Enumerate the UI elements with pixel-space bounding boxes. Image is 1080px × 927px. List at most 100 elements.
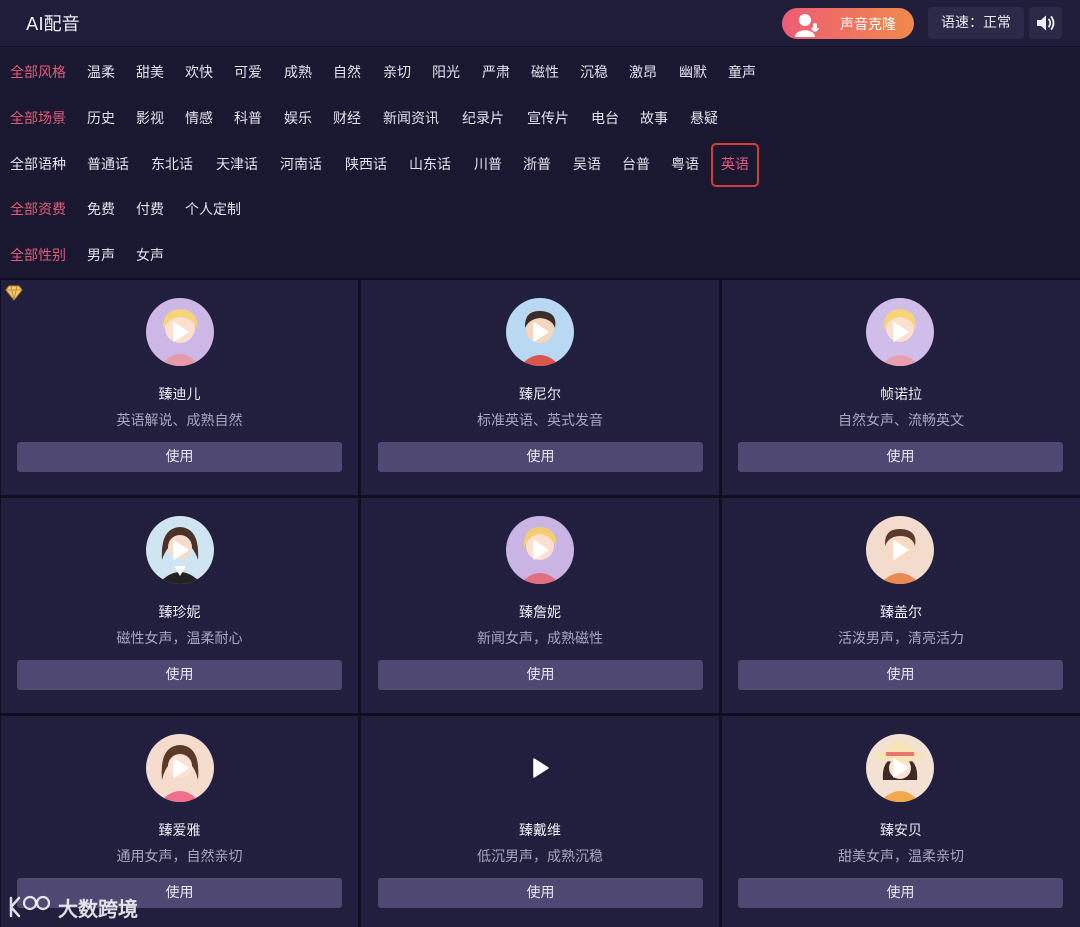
filter-chip[interactable]: 故事: [640, 104, 668, 134]
filter-chip[interactable]: 女声: [136, 241, 164, 271]
filter-all-fee[interactable]: 全部资费: [10, 195, 66, 225]
filter-chip[interactable]: 普通话: [87, 150, 129, 180]
filter-all-language[interactable]: 全部语种: [10, 150, 66, 180]
filter-chip[interactable]: 吴语: [573, 150, 601, 180]
play-icon[interactable]: [506, 516, 574, 584]
voice-card[interactable]: 帧诺拉 自然女声、流畅英文 使用: [722, 280, 1080, 495]
voice-name: 臻迪儿: [158, 387, 201, 403]
filter-all-gender[interactable]: 全部性别: [10, 241, 66, 271]
watermark-text: 大数跨境: [58, 896, 138, 921]
voice-description: 通用女声，自然亲切: [116, 849, 243, 865]
filter-chip[interactable]: 严肃: [482, 58, 510, 88]
filter-chip[interactable]: 财经: [333, 104, 361, 134]
filter-chip[interactable]: 付费: [136, 195, 164, 225]
filter-chip[interactable]: 娱乐: [284, 104, 312, 134]
play-icon[interactable]: [146, 516, 214, 584]
watermark-logo-icon: [9, 895, 51, 918]
filter-chip[interactable]: 东北话: [151, 150, 193, 180]
volume-button[interactable]: [1029, 7, 1062, 39]
filter-chip[interactable]: 历史: [87, 104, 115, 134]
filter-chip[interactable]: 川普: [474, 150, 502, 180]
filter-chip[interactable]: 幽默: [679, 58, 707, 88]
voice-description: 活泼男声，清亮活力: [838, 631, 964, 647]
speaker-icon: [1036, 15, 1054, 31]
filter-row-scene: 全部场景 历史 影视 情感 科普 娱乐 财经 新闻资讯 纪录片 宣传片 电台 故…: [0, 104, 1080, 134]
filter-chip[interactable]: 影视: [136, 104, 164, 134]
sunhat-girl-avatar[interactable]: [866, 734, 934, 802]
use-button[interactable]: 使用: [17, 660, 342, 690]
voice-name: 臻爱雅: [158, 823, 201, 839]
voice-card[interactable]: 臻安贝 甜美女声，温柔亲切 使用: [722, 716, 1080, 927]
filter-chip[interactable]: 沉稳: [580, 58, 608, 88]
filter-chip[interactable]: 成熟: [284, 58, 312, 88]
voice-grid: 臻迪儿 英语解说、成熟自然 使用 臻尼尔 标准英语、英式发音 使用 帧诺拉 自然…: [0, 278, 1080, 927]
filter-chip[interactable]: 浙普: [523, 150, 551, 180]
filter-chip[interactable]: 河南话: [280, 150, 322, 180]
use-button[interactable]: 使用: [738, 442, 1063, 472]
use-button[interactable]: 使用: [378, 878, 703, 908]
use-button[interactable]: 使用: [378, 660, 703, 690]
speed-selector[interactable]: 语速：正常: [928, 7, 1024, 39]
filter-chip[interactable]: 磁性: [531, 58, 559, 88]
filter-chip[interactable]: 台普: [622, 150, 650, 180]
play-icon[interactable]: [146, 734, 214, 802]
play-icon[interactable]: [866, 516, 934, 584]
filter-chip[interactable]: 天津话: [216, 150, 258, 180]
filter-chip[interactable]: 科普: [234, 104, 262, 134]
play-icon[interactable]: [146, 298, 214, 366]
filter-chip[interactable]: 甜美: [136, 58, 164, 88]
filter-row-fee: 全部资费 免费 付费 个人定制: [0, 195, 1080, 225]
voice-card[interactable]: 臻詹妮 新闻女声，成熟磁性 使用: [361, 498, 719, 713]
play-icon[interactable]: [866, 298, 934, 366]
pink-girl-avatar[interactable]: [146, 734, 214, 802]
blonde-girl-avatar[interactable]: [146, 298, 214, 366]
filter-chip[interactable]: 纪录片: [462, 104, 504, 134]
use-button[interactable]: 使用: [738, 660, 1063, 690]
play-icon[interactable]: [506, 298, 574, 366]
play-icon[interactable]: [866, 734, 934, 802]
voice-card[interactable]: 臻珍妮 磁性女声，温柔耐心 使用: [1, 498, 358, 713]
filter-chip[interactable]: 悬疑: [690, 104, 718, 134]
use-button[interactable]: 使用: [17, 442, 342, 472]
voice-card[interactable]: 臻尼尔 标准英语、英式发音 使用: [361, 280, 719, 495]
voice-card[interactable]: 臻迪儿 英语解说、成熟自然 使用: [1, 280, 358, 495]
filter-chip[interactable]: 情感: [185, 104, 213, 134]
filter-chip[interactable]: 免费: [87, 195, 115, 225]
boy-avatar[interactable]: [506, 298, 574, 366]
filter-chip[interactable]: 可爱: [234, 58, 262, 88]
filter-chip[interactable]: 自然: [333, 58, 361, 88]
filter-chip[interactable]: 山东话: [409, 150, 451, 180]
filter-all-scene[interactable]: 全部场景: [10, 104, 66, 134]
filter-chip[interactable]: 阳光: [432, 58, 460, 88]
filter-chip-selected[interactable]: 英语: [711, 143, 759, 187]
filter-chip[interactable]: 电台: [591, 104, 619, 134]
filter-chip[interactable]: 宣传片: [527, 104, 569, 134]
filter-chip[interactable]: 童声: [728, 58, 756, 88]
voice-clone-button[interactable]: 声音克隆: [782, 8, 914, 39]
filter-chip[interactable]: 陕西话: [345, 150, 387, 180]
filter-all-style[interactable]: 全部风格: [10, 58, 66, 88]
filter-chip[interactable]: 个人定制: [185, 195, 241, 225]
use-button[interactable]: 使用: [378, 442, 703, 472]
use-button[interactable]: 使用: [738, 878, 1063, 908]
filter-chip[interactable]: 亲切: [383, 58, 411, 88]
voice-name: 臻珍妮: [158, 605, 201, 621]
blonde-girl-avatar[interactable]: [866, 298, 934, 366]
watermark: 大数跨境: [8, 892, 138, 922]
blonde-girl-avatar[interactable]: [506, 516, 574, 584]
top-bar: AI配音 声音克隆 语速：正常: [0, 0, 1080, 47]
filter-row-language: 全部语种 普通话 东北话 天津话 河南话 陕西话 山东话 川普 浙普 吴语 台普…: [0, 143, 1080, 187]
filter-chip[interactable]: 激昂: [629, 58, 657, 88]
empty-avatar[interactable]: [506, 734, 574, 802]
play-icon[interactable]: [506, 734, 574, 802]
brunette-woman-avatar[interactable]: [146, 516, 214, 584]
filter-chip[interactable]: 温柔: [87, 58, 115, 88]
voice-card[interactable]: 臻盖尔 活泼男声，清亮活力 使用: [722, 498, 1080, 713]
filter-chip[interactable]: 新闻资讯: [383, 104, 439, 134]
voice-name: 臻盖尔: [880, 605, 922, 621]
filter-chip[interactable]: 欢快: [185, 58, 213, 88]
voice-card[interactable]: 臻戴维 低沉男声，成熟沉稳 使用: [361, 716, 719, 927]
filter-chip[interactable]: 男声: [87, 241, 115, 271]
boy-avatar[interactable]: [866, 516, 934, 584]
filter-chip[interactable]: 粤语: [671, 150, 699, 180]
